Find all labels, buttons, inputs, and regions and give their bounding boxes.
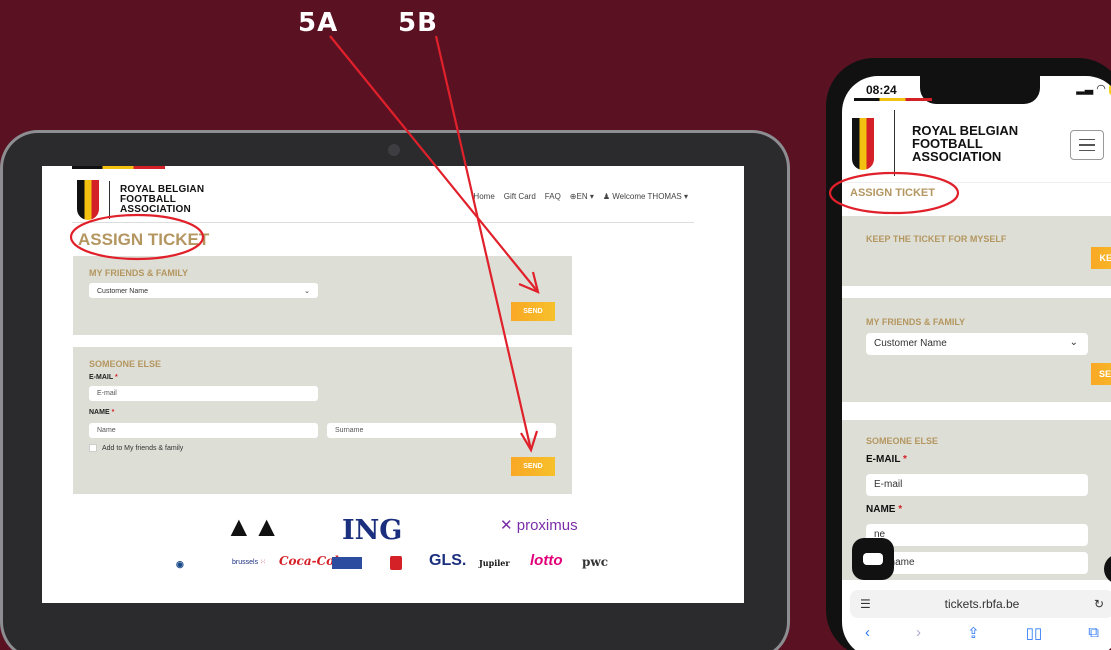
rbfa-logo[interactable]: ROYAL BELGIAN FOOTBALL ASSOCIATION: [912, 124, 1018, 163]
status-icons: ▂▃ ◠ 84: [1076, 82, 1111, 95]
email-label: E-MAIL *: [89, 374, 118, 381]
phone-screen: 08:24 ▂▃ ◠ 84 ROYAL BELGIAN FOOTBALL ASS…: [842, 76, 1111, 650]
send-button-someone[interactable]: SEND: [511, 457, 555, 476]
page-title: ASSIGN TICKET: [850, 187, 935, 199]
email-field[interactable]: E-mail: [866, 474, 1088, 496]
someone-else-heading: SOMEONE ELSE: [866, 436, 939, 446]
tablet-device: ROYAL BELGIAN FOOTBALL ASSOCIATION Home …: [0, 130, 790, 650]
email-field[interactable]: E-mail: [89, 386, 318, 401]
friends-family-heading: MY FRIENDS & FAMILY: [866, 317, 966, 327]
logo-line-3: ASSOCIATION: [120, 204, 191, 215]
name-label: NAME *: [89, 409, 115, 416]
shield-icon: [77, 180, 99, 220]
logo-divider: [894, 110, 895, 176]
customer-name-select[interactable]: Customer Name ⌄: [89, 283, 318, 298]
top-nav: Home Gift Card FAQ ⊕EN ▾ ♟ Welcome THOMA…: [473, 192, 688, 201]
select-value: Customer Name: [97, 288, 148, 295]
tabs-overview-icon[interactable]: ⧉: [1088, 624, 1099, 642]
page-title: ASSIGN TICKET: [78, 230, 210, 249]
sponsor-gls-logo: GLS.: [429, 552, 467, 569]
annotation-label-5a: 5A: [298, 8, 339, 38]
name-field[interactable]: ne: [866, 524, 1088, 546]
flag-stripe: [854, 98, 932, 101]
select-value: Customer Name: [874, 338, 947, 349]
email-label: E-MAIL *: [866, 454, 907, 465]
logo-divider: [109, 181, 110, 219]
customer-name-select[interactable]: Customer Name ⌄: [866, 333, 1088, 355]
sponsor-proximus-logo: ✕ proximus: [500, 517, 578, 534]
address-bar[interactable]: ☰ tickets.rbfa.be ↻: [850, 590, 1111, 618]
status-time: 08:24: [866, 83, 897, 97]
flag-stripe: [72, 166, 165, 169]
phone-device: 08:24 ▂▃ ◠ 84 ROYAL BELGIAN FOOTBALL ASS…: [826, 58, 1111, 650]
chevron-down-icon: ⌄: [1069, 337, 1078, 348]
sponsor-ing-logo: ING: [342, 515, 403, 546]
bookmarks-icon[interactable]: ▯▯: [1026, 624, 1043, 642]
surname-field[interactable]: Surname: [866, 552, 1088, 574]
checkbox-box[interactable]: [89, 444, 97, 452]
nav-welcome-user[interactable]: ♟ Welcome THOMAS ▾: [603, 192, 688, 201]
rbfa-logo[interactable]: ROYAL BELGIAN FOOTBALL ASSOCIATION: [77, 180, 204, 220]
chat-bubble-icon[interactable]: [852, 538, 894, 580]
add-friends-checkbox[interactable]: Add to My friends & family: [89, 444, 183, 452]
camera-icon: [388, 144, 400, 156]
sponsor-bmw-logo: ◉: [176, 559, 184, 569]
keep-ticket-panel: KEEP THE TICKET FOR MYSELF KEEP: [842, 216, 1111, 286]
send-button-friends[interactable]: SEND: [1090, 363, 1111, 385]
url-text: tickets.rbfa.be: [944, 597, 1020, 611]
shield-icon: [852, 118, 874, 170]
someone-else-panel: SOMEONE ELSE E-MAIL * E-mail NAME * Name…: [73, 347, 572, 494]
name-label: NAME *: [866, 504, 903, 515]
nav-faq[interactable]: FAQ: [545, 192, 561, 201]
sponsor-lotto-logo: lotto: [530, 552, 563, 569]
tablet-screen: ROYAL BELGIAN FOOTBALL ASSOCIATION Home …: [42, 166, 744, 603]
logo-text: ROYAL BELGIAN FOOTBALL ASSOCIATION: [120, 185, 204, 215]
sponsor-brussels-airlines-logo: [332, 557, 362, 569]
keep-ticket-heading: KEEP THE TICKET FOR MYSELF: [866, 234, 1007, 244]
phone-notch: [920, 76, 1040, 104]
hamburger-menu-icon[interactable]: [1070, 130, 1104, 160]
sponsor-jupiler-logo: Jupiler: [479, 558, 510, 568]
chevron-down-icon: ⌄: [304, 288, 310, 295]
share-icon[interactable]: ⇪: [967, 624, 980, 642]
nav-language[interactable]: ⊕EN ▾: [570, 192, 594, 201]
someone-else-heading: SOMEONE ELSE: [89, 359, 162, 369]
surname-field[interactable]: Surname: [327, 423, 556, 438]
friends-family-panel: MY FRIENDS & FAMILY Customer Name ⌄ SEND: [73, 256, 572, 335]
sponsor-adidas-logo: ▲▲: [225, 511, 281, 542]
nav-home[interactable]: Home: [473, 192, 494, 201]
header-divider: [842, 182, 1111, 183]
header-divider: [72, 222, 694, 223]
sponsor-brussels-logo: brussels ⁙: [232, 559, 266, 566]
logo-line-3: ASSOCIATION: [912, 149, 1002, 164]
friends-family-heading: MY FRIENDS & FAMILY: [89, 268, 189, 278]
back-icon[interactable]: ‹: [865, 624, 870, 642]
send-button-friends[interactable]: SEND: [511, 302, 555, 321]
checkbox-label: Add to My friends & family: [102, 444, 184, 452]
keep-button[interactable]: KEEP: [1091, 247, 1111, 269]
browser-toolbar: ‹ › ⇪ ▯▯ ⧉: [842, 624, 1111, 642]
tabs-icon[interactable]: ☰: [860, 597, 871, 611]
nav-gift-card[interactable]: Gift Card: [504, 192, 536, 201]
sponsor-pwc-logo: pwc: [582, 555, 609, 569]
friends-family-panel: MY FRIENDS & FAMILY Customer Name ⌄ SEND: [842, 298, 1111, 402]
name-field[interactable]: Name: [89, 423, 318, 438]
reload-icon[interactable]: ↻: [1094, 597, 1104, 611]
annotation-label-5b: 5B: [398, 8, 438, 38]
forward-icon[interactable]: ›: [916, 624, 921, 642]
sponsor-lotto-shield-logo: [390, 556, 402, 570]
